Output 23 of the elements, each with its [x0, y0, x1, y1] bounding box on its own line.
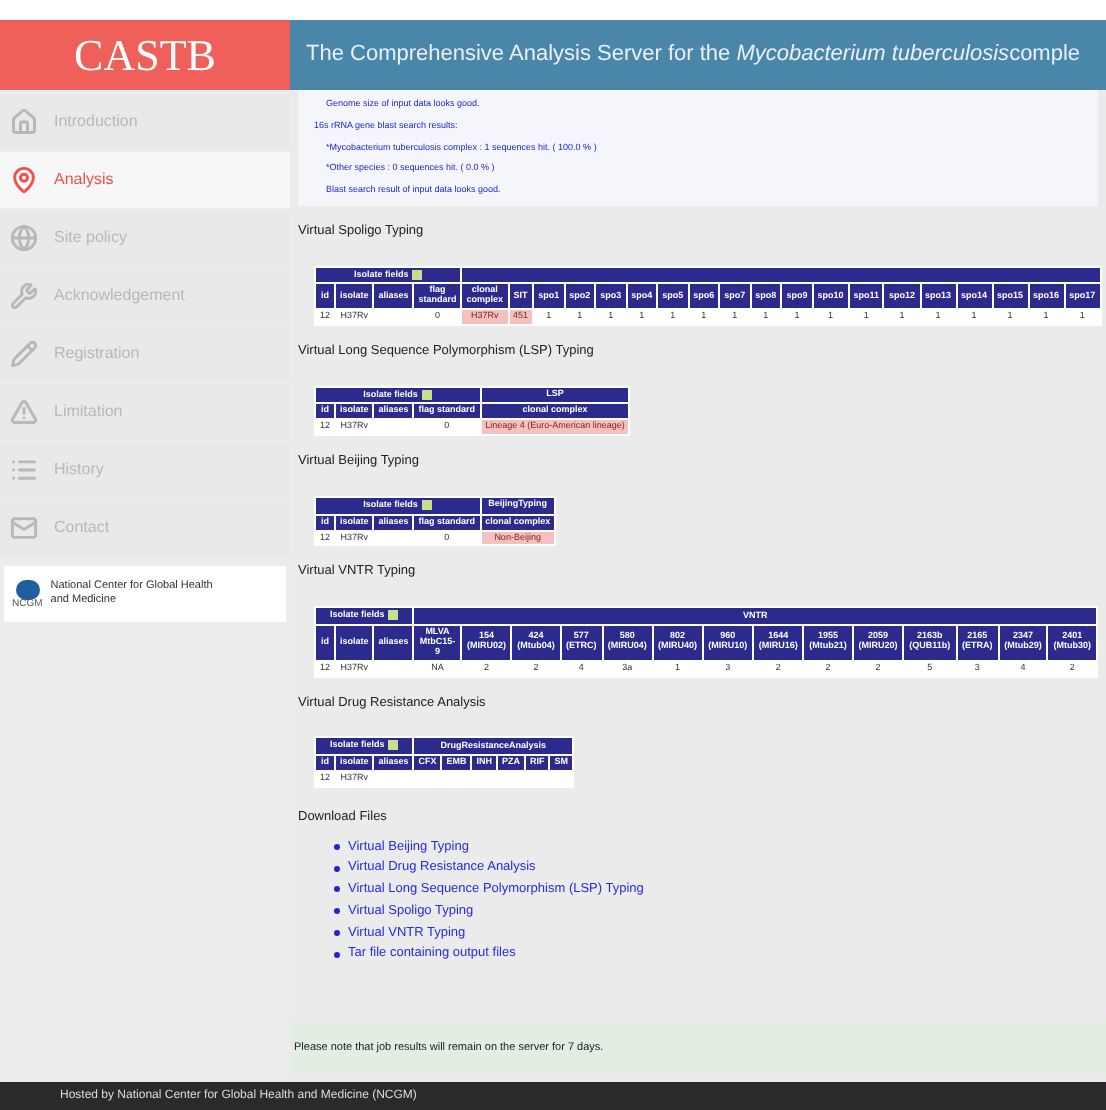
bullet-icon [334, 908, 340, 915]
bullet-icon [334, 886, 340, 893]
toggle-icon[interactable] [421, 499, 432, 510]
toggle-icon[interactable] [412, 269, 423, 279]
logo-banner[interactable]: CASTB [0, 20, 290, 90]
list-icon [10, 456, 38, 484]
globe-icon [10, 224, 38, 252]
bullet-icon [334, 929, 340, 936]
bullet-icon [334, 843, 340, 850]
pencil-icon [10, 340, 38, 368]
toggle-icon[interactable] [388, 610, 399, 621]
wrench-icon [10, 282, 38, 310]
sidebar-item[interactable]: Analysis [0, 152, 290, 208]
sponsor-logo-icon [15, 579, 40, 599]
house-icon [10, 108, 38, 136]
toggle-icon[interactable] [388, 740, 399, 751]
bullet-icon [334, 951, 340, 958]
warning-icon [10, 398, 38, 426]
pin-icon [10, 166, 38, 194]
toggle-icon[interactable] [421, 389, 432, 400]
mail-icon [10, 514, 38, 542]
header-banner: The Comprehensive Analysis Server for the Mycobacterium tuberculosiscomple [290, 20, 1106, 90]
bullet-icon [334, 865, 340, 872]
